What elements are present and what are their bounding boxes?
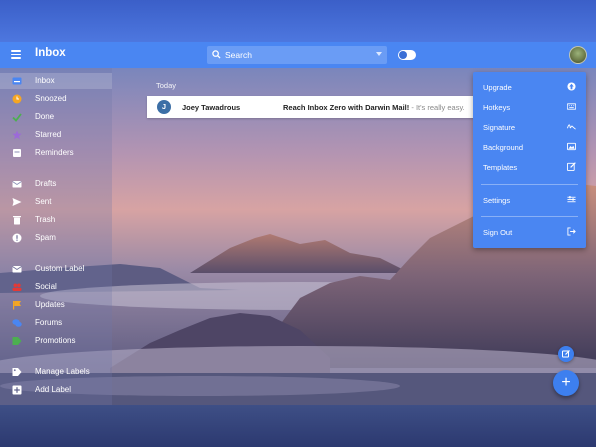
edit-icon bbox=[567, 162, 576, 171]
compose-icon bbox=[562, 350, 570, 358]
app-header: Inbox bbox=[0, 42, 596, 68]
sidebar-item-label: Starred bbox=[35, 130, 62, 139]
sidebar-item-done[interactable]: Done bbox=[0, 109, 112, 125]
spam-icon bbox=[12, 233, 22, 243]
sidebar-item-label: Spam bbox=[35, 233, 56, 242]
sender-avatar: J bbox=[157, 100, 171, 114]
sidebar-item-manage-labels[interactable]: Manage Labels bbox=[0, 364, 112, 380]
menu-item-upgrade[interactable]: Upgrade bbox=[473, 78, 586, 96]
menu-item-label: Hotkeys bbox=[483, 103, 511, 112]
menu-icon[interactable] bbox=[11, 50, 21, 59]
sign-out-icon bbox=[567, 227, 576, 236]
flag-icon bbox=[13, 301, 21, 310]
forum-icon bbox=[12, 319, 22, 327]
sidebar-item-label: Add Label bbox=[35, 385, 72, 394]
menu-item-label: Signature bbox=[483, 123, 516, 132]
menu-item-sign-out[interactable]: Sign Out bbox=[473, 223, 586, 241]
sidebar-item-sent[interactable]: Sent bbox=[0, 194, 112, 210]
sidebar-item-label: Updates bbox=[35, 300, 65, 309]
draft-icon bbox=[12, 181, 22, 188]
sidebar-item-label: Forums bbox=[35, 318, 63, 327]
trash-icon bbox=[13, 216, 21, 225]
section-label-today: Today bbox=[156, 81, 177, 90]
menu-item-background[interactable]: Background bbox=[473, 138, 586, 156]
sidebar-item-label: Social bbox=[35, 282, 57, 291]
settings-sliders-icon bbox=[567, 196, 576, 203]
keyboard-icon bbox=[567, 103, 576, 110]
sidebar-item-forums[interactable]: Forums bbox=[0, 315, 112, 331]
settings-menu: Upgrade Hotkeys Signature Background Tem… bbox=[473, 72, 586, 248]
people-icon bbox=[12, 283, 22, 291]
sidebar-item-add-label[interactable]: Add Label bbox=[0, 382, 112, 398]
menu-item-templates[interactable]: Templates bbox=[473, 158, 586, 176]
compose-button[interactable] bbox=[558, 346, 574, 362]
add-box-icon bbox=[12, 385, 22, 395]
sidebar-item-label: Reminders bbox=[35, 148, 74, 157]
sidebar-item-reminders[interactable]: Reminders bbox=[0, 145, 112, 161]
sidebar-item-label: Drafts bbox=[35, 179, 57, 188]
menu-item-signature[interactable]: Signature bbox=[473, 118, 586, 136]
image-icon bbox=[567, 142, 576, 151]
tag-icon bbox=[12, 337, 22, 345]
menu-item-settings[interactable]: Settings bbox=[473, 191, 586, 209]
search-icon bbox=[212, 50, 221, 59]
theme-toggle[interactable] bbox=[398, 50, 416, 60]
menu-divider bbox=[481, 216, 578, 217]
sidebar-item-label: Snoozed bbox=[35, 94, 67, 103]
sidebar-item-spam[interactable]: Spam bbox=[0, 230, 112, 246]
sidebar: Inbox Snoozed Done Starred Reminders Dra… bbox=[0, 68, 112, 405]
menu-item-hotkeys[interactable]: Hotkeys bbox=[473, 98, 586, 116]
menu-divider bbox=[481, 184, 578, 185]
backdrop-bottom bbox=[0, 405, 596, 447]
menu-item-label: Upgrade bbox=[483, 83, 512, 92]
sidebar-item-label: Trash bbox=[35, 215, 56, 224]
sidebar-item-snoozed[interactable]: Snoozed bbox=[0, 91, 112, 107]
menu-item-label: Settings bbox=[483, 196, 511, 205]
star-icon bbox=[12, 130, 22, 140]
search-box[interactable] bbox=[207, 46, 387, 64]
check-icon bbox=[12, 113, 22, 122]
message-subject: Reach Inbox Zero with Darwin Mail! bbox=[283, 103, 410, 112]
sidebar-item-label: Promotions bbox=[35, 336, 76, 345]
sidebar-item-social[interactable]: Social bbox=[0, 279, 112, 295]
clock-icon bbox=[12, 94, 22, 104]
sidebar-item-label: Inbox bbox=[35, 76, 55, 85]
search-input[interactable] bbox=[225, 48, 365, 62]
menu-item-label: Background bbox=[483, 143, 524, 152]
avatar[interactable] bbox=[569, 46, 587, 64]
mail-icon bbox=[12, 266, 22, 273]
message-snippet: - It's really easy. bbox=[409, 103, 465, 112]
menu-item-label: Sign Out bbox=[483, 228, 513, 237]
backdrop-top bbox=[0, 0, 596, 42]
message-subject-line: Reach Inbox Zero with Darwin Mail! - It'… bbox=[283, 103, 465, 112]
add-button[interactable]: + bbox=[553, 370, 579, 396]
sidebar-item-label: Sent bbox=[35, 197, 52, 206]
label-icon bbox=[12, 368, 22, 376]
menu-item-label: Templates bbox=[483, 163, 518, 172]
plus-icon: + bbox=[561, 374, 571, 391]
send-icon bbox=[12, 198, 22, 206]
reminder-icon bbox=[13, 149, 21, 157]
sidebar-item-starred[interactable]: Starred bbox=[0, 127, 112, 143]
sidebar-item-custom-label[interactable]: Custom Label bbox=[0, 261, 112, 277]
sidebar-item-trash[interactable]: Trash bbox=[0, 212, 112, 228]
sidebar-item-promotions[interactable]: Promotions bbox=[0, 333, 112, 349]
sidebar-item-label: Custom Label bbox=[35, 264, 85, 273]
signature-icon bbox=[567, 124, 576, 130]
message-sender: Joey Tawadrous bbox=[182, 103, 241, 112]
page-title: Inbox bbox=[35, 47, 66, 59]
search-options-chevron-down-icon[interactable] bbox=[376, 52, 382, 56]
app-window: Inbox Inbox Snoozed Done Starred bbox=[0, 42, 596, 405]
sidebar-item-label: Manage Labels bbox=[35, 367, 90, 376]
sidebar-item-label: Done bbox=[35, 112, 55, 121]
table-row[interactable]: J Joey Tawadrous Reach Inbox Zero with D… bbox=[147, 96, 475, 118]
upgrade-icon bbox=[567, 82, 576, 91]
inbox-icon bbox=[12, 77, 22, 85]
sidebar-item-inbox[interactable]: Inbox bbox=[0, 73, 112, 89]
sidebar-item-updates[interactable]: Updates bbox=[0, 297, 112, 313]
sidebar-item-drafts[interactable]: Drafts bbox=[0, 176, 112, 192]
